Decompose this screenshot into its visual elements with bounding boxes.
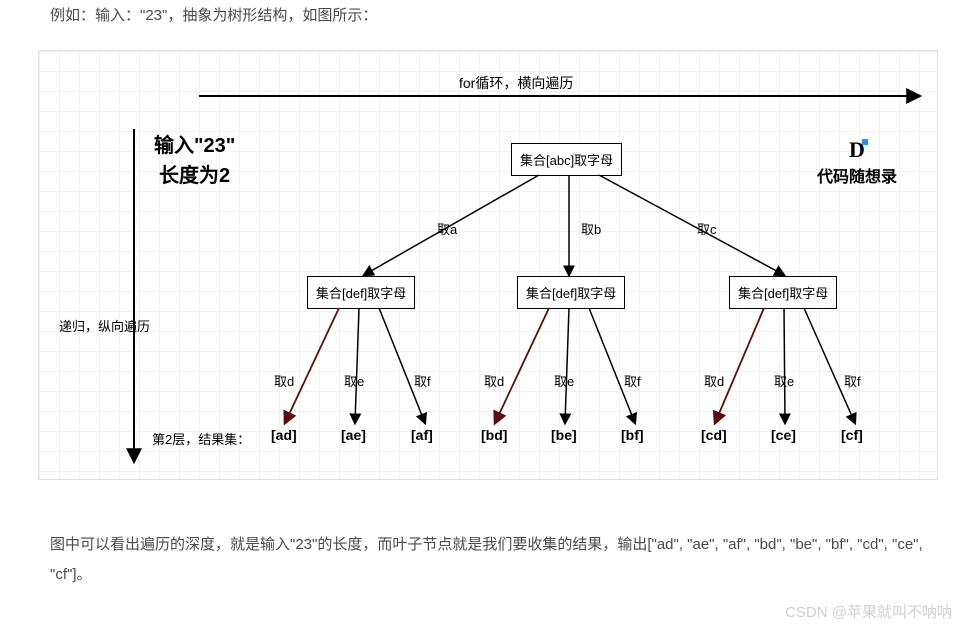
- leaf-cf: [cf]: [841, 427, 863, 443]
- edge-label-c: 取c: [697, 219, 717, 238]
- tree-diagram: for循环，横向遍历 输入"23" 长度为2 D 代码随想录 递归，纵向遍历 集…: [38, 50, 938, 480]
- leaf-bf: [bf]: [621, 427, 644, 443]
- edge-label-d-1: 取d: [274, 371, 294, 390]
- mid-node-box-c: 集合[def]取字母: [729, 276, 837, 309]
- result-prefix-label: 第2层，结果集：: [152, 429, 250, 448]
- input-label: 输入"23" 长度为2: [154, 131, 235, 191]
- edge-label-d-3: 取d: [704, 371, 724, 390]
- leaf-ad: [ad]: [271, 427, 297, 443]
- edge-label-f-3: 取f: [844, 371, 861, 390]
- mid-node-box-a: 集合[def]取字母: [307, 276, 415, 309]
- input-line1: 输入"23": [154, 135, 235, 157]
- leaf-ae: [ae]: [341, 427, 366, 443]
- leaf-ce: [ce]: [771, 427, 796, 443]
- brand-area: D 代码随想录: [817, 137, 897, 187]
- edge-label-b: 取b: [581, 219, 601, 238]
- edge-label-e-1: 取e: [344, 371, 364, 390]
- watermark-text: CSDN @苹果就叫不呐呐: [785, 601, 952, 622]
- brand-logo-icon: D: [849, 137, 865, 163]
- root-node-box: 集合[abc]取字母: [511, 143, 622, 176]
- leaf-cd: [cd]: [701, 427, 727, 443]
- input-line2: 长度为2: [159, 165, 230, 187]
- top-arrow-label: for循环，横向遍历: [459, 73, 573, 93]
- edge-label-f-1: 取f: [414, 371, 431, 390]
- edge-label-f-2: 取f: [624, 371, 641, 390]
- left-arrow-label: 递归，纵向遍历: [59, 316, 150, 335]
- mid-node-box-b: 集合[def]取字母: [517, 276, 625, 309]
- leaf-bd: [bd]: [481, 427, 507, 443]
- edge-label-a: 取a: [437, 219, 457, 238]
- intro-text: 例如：输入："23"，抽象为树形结构，如图所示：: [50, 4, 377, 28]
- edge-label-d-2: 取d: [484, 371, 504, 390]
- diagram-arrows: [39, 51, 939, 481]
- outro-text: 图中可以看出遍历的深度，就是输入"23"的长度，而叶子节点就是我们要收集的结果，…: [50, 530, 932, 590]
- edge-label-e-3: 取e: [774, 371, 794, 390]
- edge-label-e-2: 取e: [554, 371, 574, 390]
- brand-text: 代码随想录: [817, 169, 897, 186]
- leaf-be: [be]: [551, 427, 577, 443]
- leaf-af: [af]: [411, 427, 433, 443]
